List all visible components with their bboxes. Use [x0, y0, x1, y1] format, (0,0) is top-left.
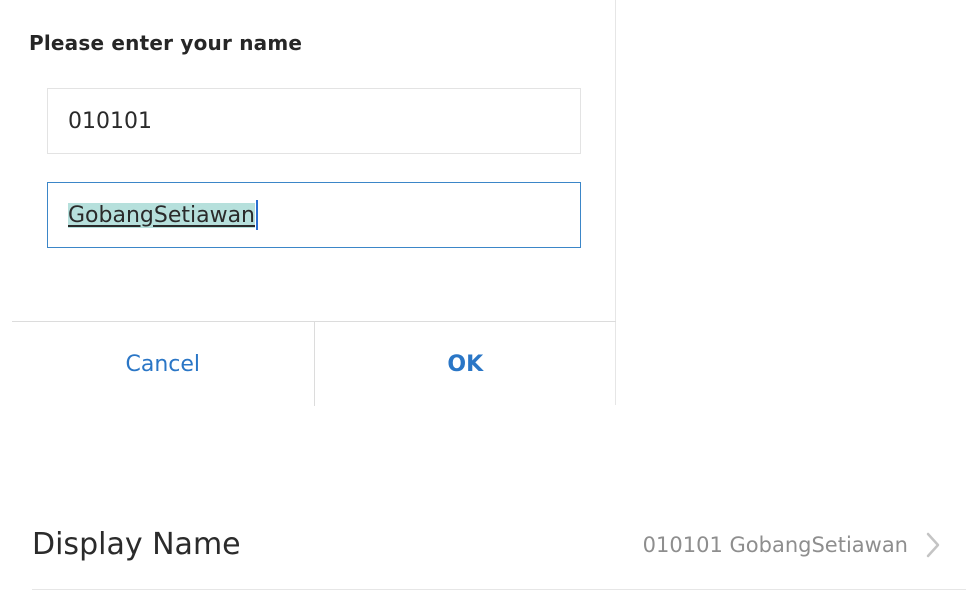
last-name-field[interactable]: GobangSetiawan	[47, 182, 581, 248]
display-name-row[interactable]: Display Name 010101 GobangSetiawan	[32, 500, 966, 590]
name-input-dialog: Please enter your name 010101 GobangSeti…	[12, 0, 616, 406]
chevron-right-icon	[922, 530, 944, 560]
first-name-value: 010101	[68, 108, 152, 134]
ok-button[interactable]: OK	[315, 322, 617, 406]
display-name-label: Display Name	[32, 527, 241, 562]
dialog-title: Please enter your name	[29, 31, 303, 55]
display-name-value: 010101 GobangSetiawan	[642, 532, 908, 557]
text-caret	[256, 200, 258, 230]
screen: Please enter your name 010101 GobangSeti…	[0, 0, 966, 606]
first-name-field[interactable]: 010101	[47, 88, 581, 154]
cancel-button[interactable]: Cancel	[12, 322, 315, 406]
last-name-value: GobangSetiawan	[68, 202, 255, 228]
dialog-button-bar: Cancel OK	[12, 321, 616, 406]
